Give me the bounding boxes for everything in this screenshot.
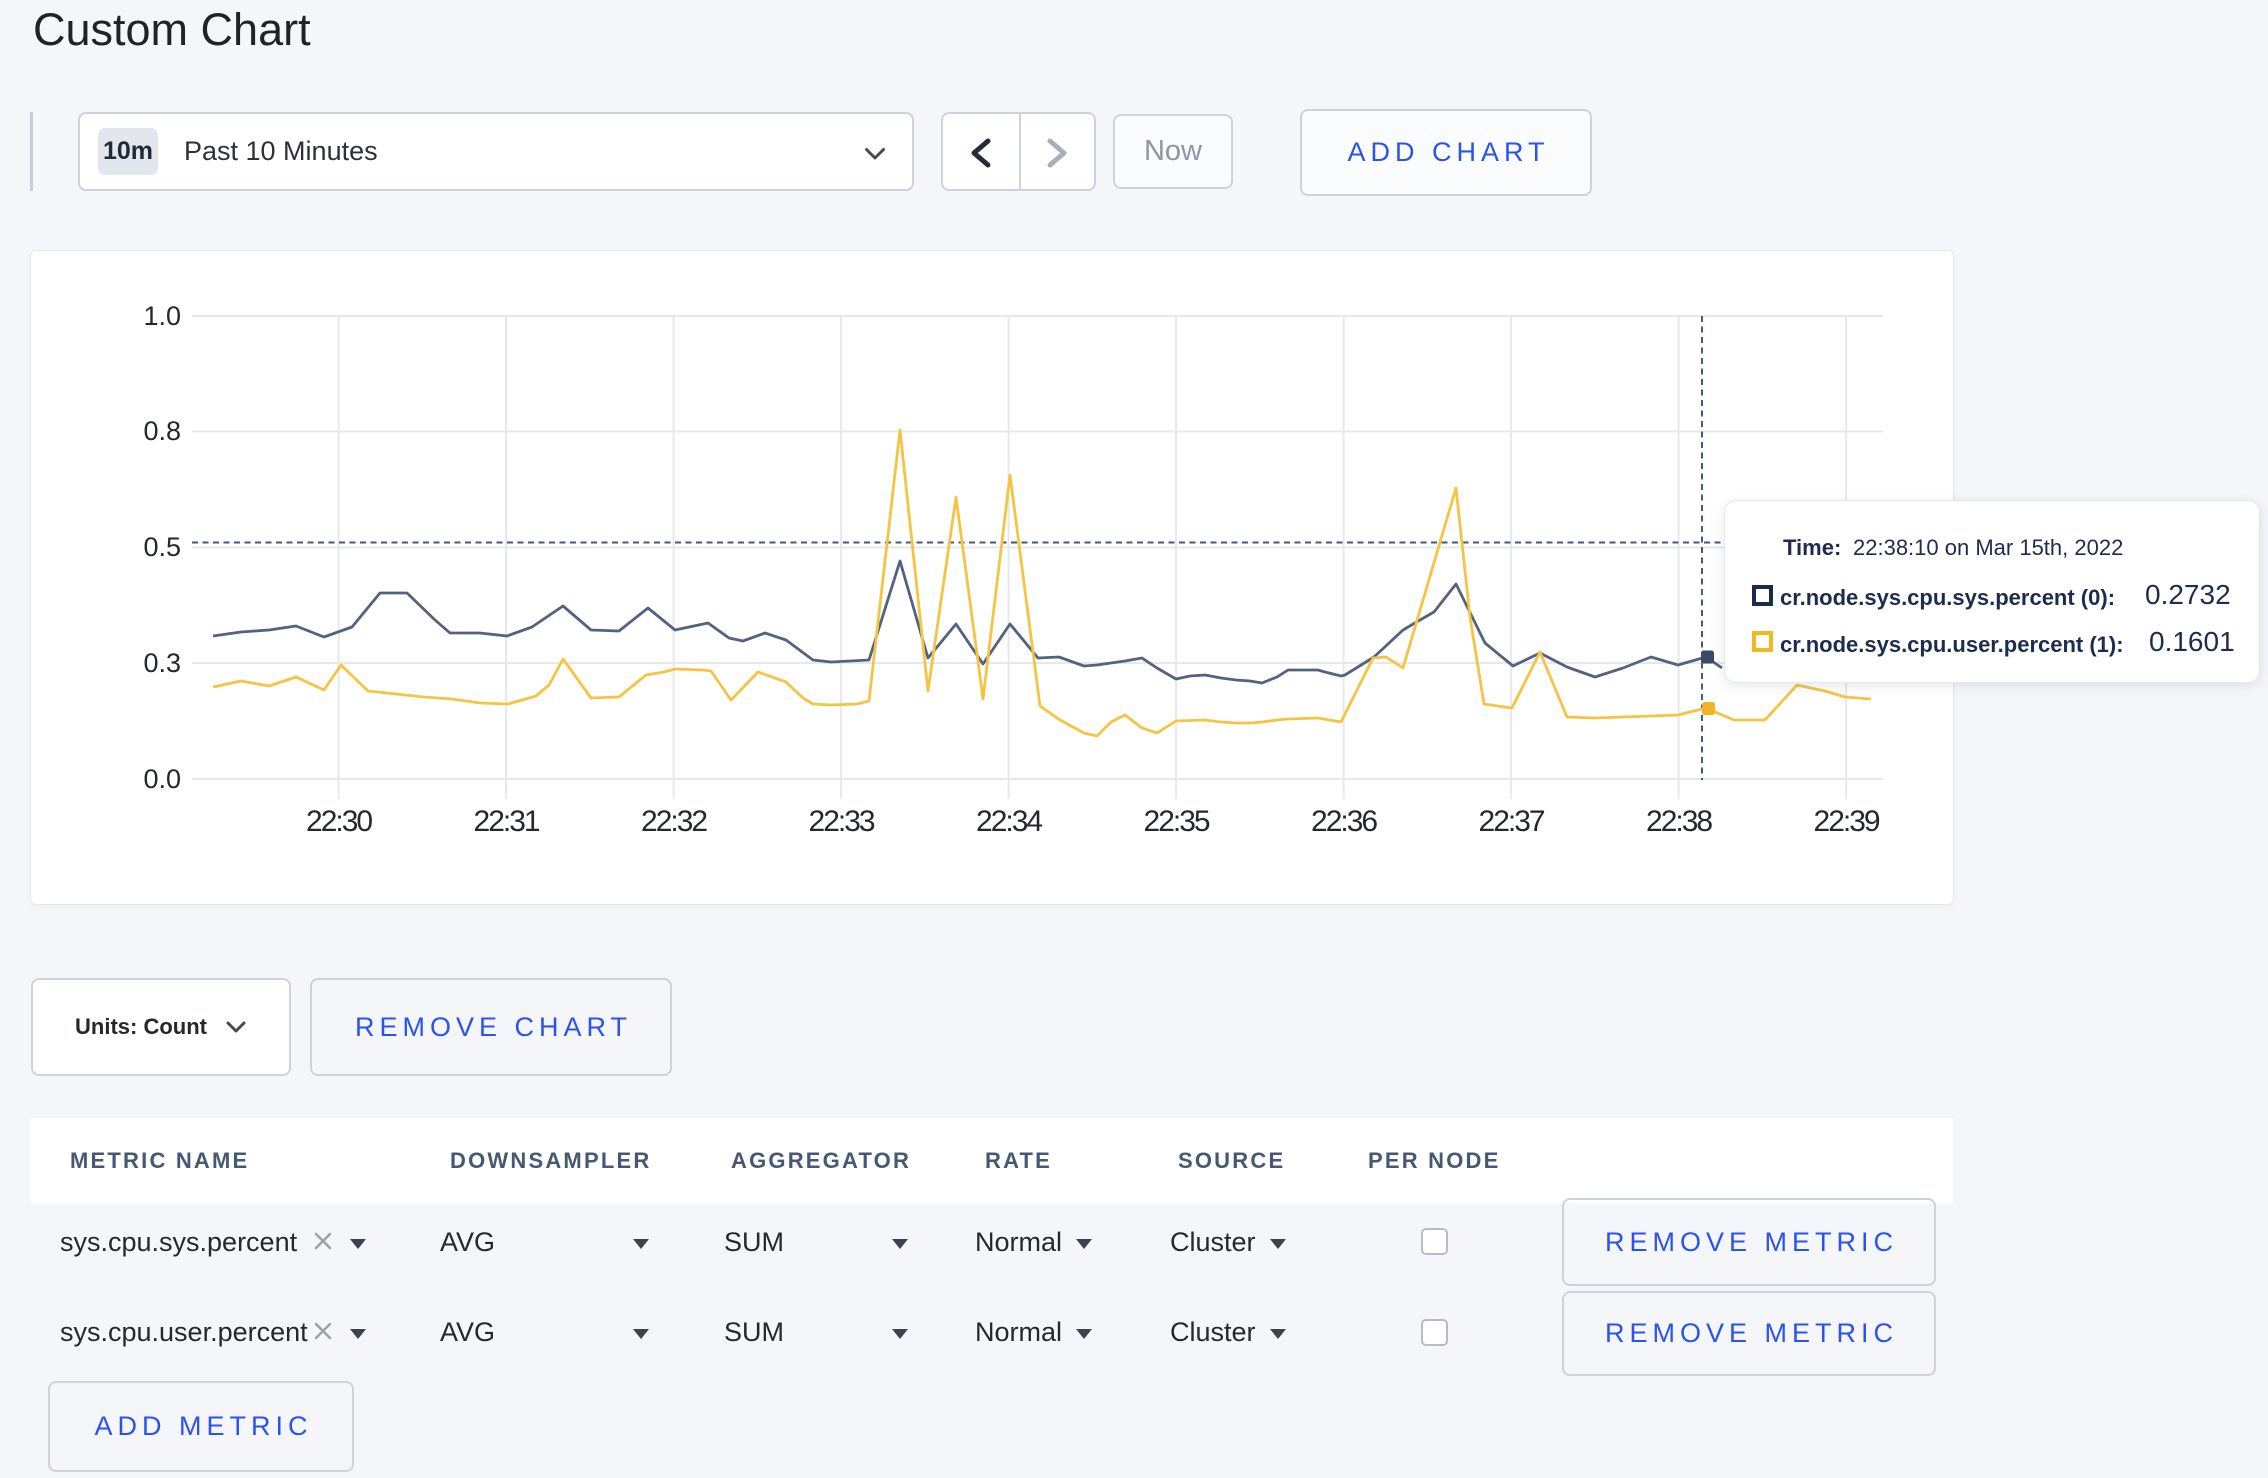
svg-text:0.0: 0.0 [143,764,181,794]
svg-text:22:39: 22:39 [1814,805,1880,838]
svg-text:1.0: 1.0 [143,301,181,331]
svg-text:22:33: 22:33 [809,805,875,838]
svg-text:0.8: 0.8 [143,416,181,446]
svg-text:22:37: 22:37 [1479,805,1545,838]
svg-text:0.3: 0.3 [143,648,181,678]
svg-text:22:32: 22:32 [641,805,707,838]
svg-text:22:30: 22:30 [306,805,372,838]
svg-text:22:36: 22:36 [1311,805,1377,838]
svg-text:22:35: 22:35 [1144,805,1210,838]
svg-text:22:38: 22:38 [1646,805,1712,838]
svg-text:0.5: 0.5 [143,532,181,562]
svg-text:22:31: 22:31 [474,805,540,838]
svg-text:22:34: 22:34 [976,805,1042,838]
